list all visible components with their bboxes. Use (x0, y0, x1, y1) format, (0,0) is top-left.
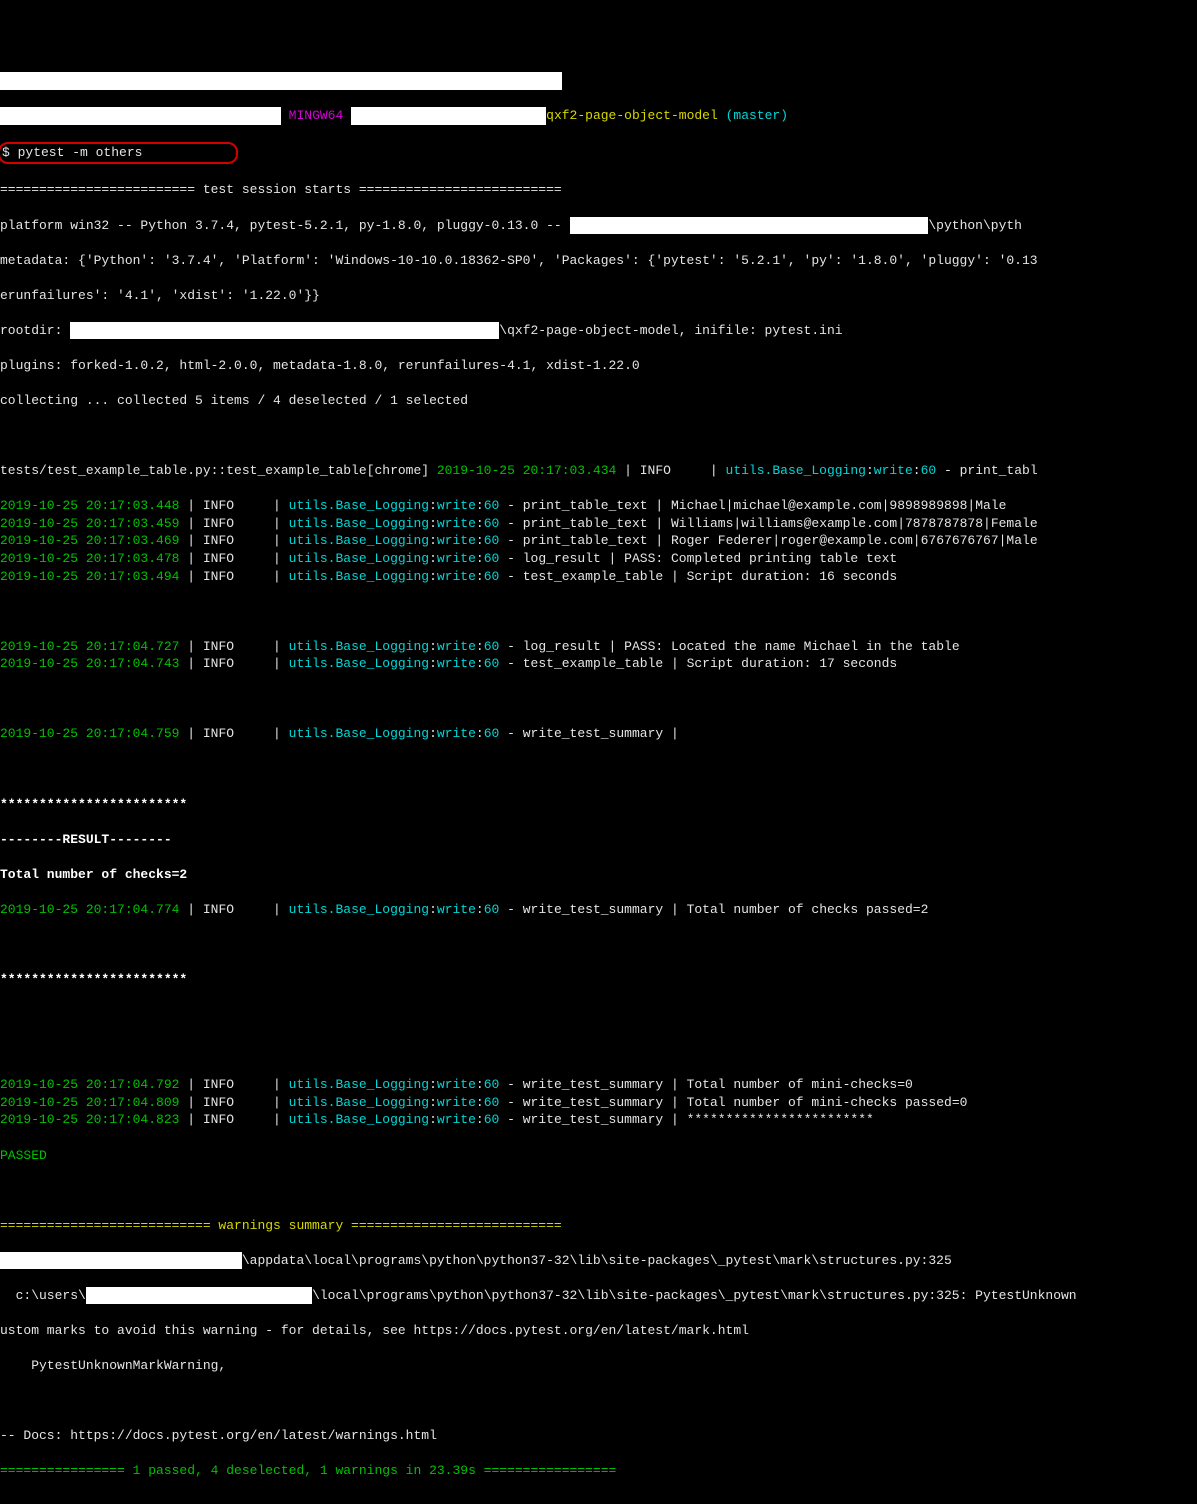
log-line: 2019-10-25 20:17:03.494 | INFO | utils.B… (0, 568, 1197, 586)
log-line: 2019-10-25 20:17:04.743 | INFO | utils.B… (0, 655, 1197, 673)
blank (0, 761, 1197, 779)
log-line: 2019-10-25 20:17:04.727 | INFO | utils.B… (0, 638, 1197, 656)
final-footer: ================ 1 passed, 4 deselected,… (0, 1462, 1197, 1480)
warnings-line3: ustom marks to avoid this warning - for … (0, 1322, 1197, 1340)
log-group-1: 2019-10-25 20:17:03.448 | INFO | utils.B… (0, 497, 1197, 585)
platform-line: platform win32 -- Python 3.7.4, pytest-5… (0, 217, 1197, 235)
log-line: 2019-10-25 20:17:03.448 | INFO | utils.B… (0, 497, 1197, 515)
blank (0, 1182, 1197, 1200)
command-line[interactable]: $ pytest -m others (0, 142, 1197, 164)
log-line: 2019-10-25 20:17:03.469 | INFO | utils.B… (0, 532, 1197, 550)
git-prompt: MINGW64 qxf2-page-object-model (master) (0, 107, 1197, 125)
redact-top (0, 72, 1197, 90)
blank (0, 936, 1197, 954)
passed-marker: PASSED (0, 1147, 1197, 1165)
warnings-header: =========================== warnings sum… (0, 1217, 1197, 1235)
warnings-docs: -- Docs: https://docs.pytest.org/en/late… (0, 1427, 1197, 1445)
summary-log: 2019-10-25 20:17:04.759 | INFO | utils.B… (0, 725, 1197, 743)
rootdir-line: rootdir: \qxf2-page-object-model, inifil… (0, 322, 1197, 340)
blank (0, 690, 1197, 708)
blank (0, 1392, 1197, 1410)
blank (0, 427, 1197, 445)
log-line: 2019-10-25 20:17:04.792 | INFO | utils.B… (0, 1076, 1197, 1094)
log-group-4: 2019-10-25 20:17:04.792 | INFO | utils.B… (0, 1076, 1197, 1129)
log-line: 2019-10-25 20:17:04.774 | INFO | utils.B… (0, 901, 1197, 919)
result-total: Total number of checks=2 (0, 866, 1197, 884)
plugins-line: plugins: forked-1.0.2, html-2.0.0, metad… (0, 357, 1197, 375)
log-line: 2019-10-25 20:17:03.478 | INFO | utils.B… (0, 550, 1197, 568)
log-line: 2019-10-25 20:17:03.459 | INFO | utils.B… (0, 515, 1197, 533)
blank (0, 603, 1197, 621)
rerun-line: erunfailures': '4.1', 'xdist': '1.22.0'}… (0, 287, 1197, 305)
metadata-line: metadata: {'Python': '3.7.4', 'Platform'… (0, 252, 1197, 270)
test-header: tests/test_example_table.py::test_exampl… (0, 462, 1197, 480)
result-stars-2: ************************ (0, 971, 1197, 989)
blank (0, 1006, 1197, 1024)
log-line: 2019-10-25 20:17:04.823 | INFO | utils.B… (0, 1111, 1197, 1129)
warnings-line2: c:\users\ \local\programs\python\python3… (0, 1287, 1197, 1305)
session-header: ========================= test session s… (0, 181, 1197, 199)
result-stars: ************************ (0, 796, 1197, 814)
blank (0, 1041, 1197, 1059)
collecting-line: collecting ... collected 5 items / 4 des… (0, 392, 1197, 410)
log-group-2: 2019-10-25 20:17:04.727 | INFO | utils.B… (0, 638, 1197, 673)
warnings-line4: PytestUnknownMarkWarning, (0, 1357, 1197, 1375)
log-group-3: 2019-10-25 20:17:04.774 | INFO | utils.B… (0, 901, 1197, 919)
result-header: --------RESULT-------- (0, 831, 1197, 849)
warnings-line1: \appdata\local\programs\python\python37-… (0, 1252, 1197, 1270)
log-line: 2019-10-25 20:17:04.809 | INFO | utils.B… (0, 1094, 1197, 1112)
log-line: 2019-10-25 20:17:04.759 | INFO | utils.B… (0, 725, 1197, 743)
